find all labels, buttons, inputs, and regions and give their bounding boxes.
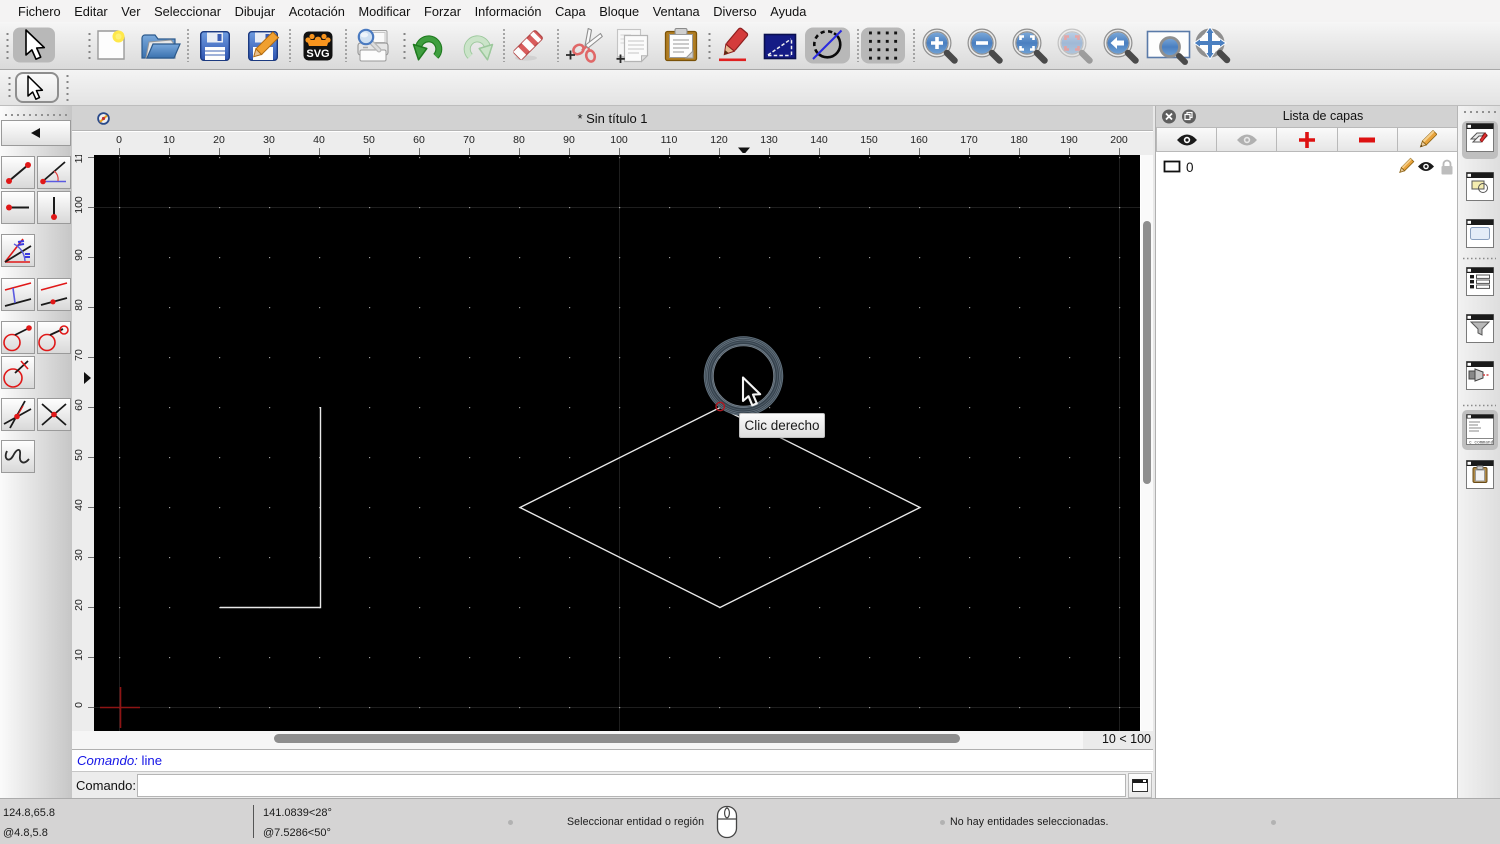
svg-text:0: 0 [1186,160,1194,175]
svg-text:SVG: SVG [306,48,329,60]
svg-text:c command: c command [1469,440,1494,446]
